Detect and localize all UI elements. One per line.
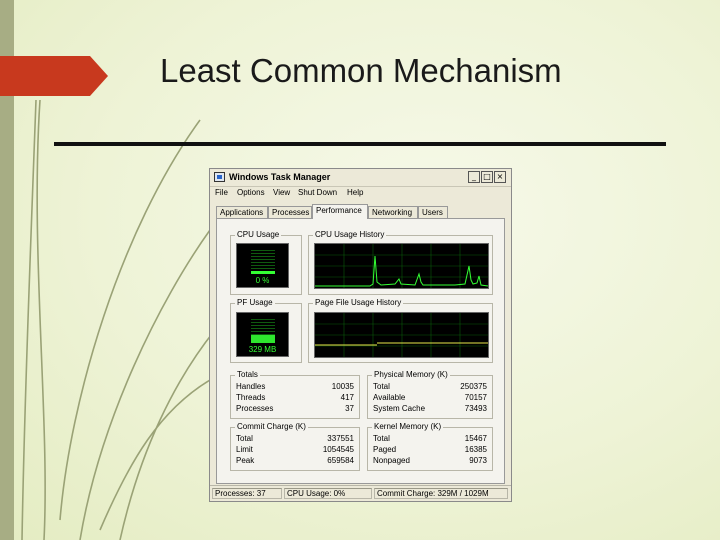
page-file-history-label: Page File Usage History [313,298,404,307]
cpu-history-graph [314,243,489,289]
performance-panel: CPU Usage 0 % CPU Usage History PF Usage… [216,218,505,484]
menu-bar: File Options View Shut Down Help [210,187,511,199]
pf-usage-meter: 329 MB [236,312,289,357]
commit-row-limit: Limit 1054545 [236,445,354,455]
cpu-history-label: CPU Usage History [313,230,387,239]
kernel-memory-group: Kernel Memory (K) Total 15467 Paged 1638… [367,422,493,471]
physical-row-available: Available 70157 [373,393,487,403]
totals-row-handles: Handles 10035 [236,382,354,392]
kernel-row-paged: Paged 16385 [373,445,487,455]
page-file-history-graph [314,312,489,358]
minimize-button[interactable]: _ [468,171,480,183]
physical-row-system-cache: System Cache 73493 [373,404,487,414]
cpu-usage-group: CPU Usage 0 % [230,230,302,295]
stat-value: 37 [345,404,354,413]
tab-performance[interactable]: Performance [312,204,368,219]
window-titlebar[interactable]: Windows Task Manager _ □ × [210,169,511,187]
stat-label: System Cache [373,404,426,413]
stat-value: 10035 [331,382,354,391]
menu-help[interactable]: Help [347,188,363,197]
tab-processes[interactable]: Processes [268,206,312,218]
kernel-row-total: Total 15467 [373,434,487,444]
stat-value: 73493 [464,404,487,413]
cpu-usage-value: 0 % [255,276,270,285]
stat-value: 9073 [469,456,487,465]
stat-label: Nonpaged [373,456,410,465]
stat-label: Handles [236,382,266,391]
slide-title: Least Common Mechanism [160,52,562,89]
tab-networking[interactable]: Networking [368,206,418,218]
title-arrow-banner [0,56,108,96]
tab-strip: Applications Processes Performance Netwo… [216,204,506,219]
maximize-button[interactable]: □ [481,171,493,183]
status-commit-charge: Commit Charge: 329M / 1029M [374,488,508,499]
totals-label: Totals [235,370,260,379]
stat-value: 250375 [460,382,487,391]
stat-label: Paged [373,445,397,454]
window-title: Windows Task Manager [229,172,331,182]
pf-usage-value: 329 MB [248,345,277,354]
menu-file[interactable]: File [215,188,228,197]
menu-shut-down[interactable]: Shut Down [298,188,337,197]
physical-row-total: Total 250375 [373,382,487,392]
stat-label: Total [373,434,390,443]
tab-applications[interactable]: Applications [216,206,268,218]
status-cpu-usage: CPU Usage: 0% [284,488,372,499]
page-file-history-group: Page File Usage History [308,298,493,363]
cpu-usage-meter: 0 % [236,243,289,288]
tab-users[interactable]: Users [418,206,448,218]
task-manager-icon [214,172,225,182]
stat-label: Total [236,434,253,443]
totals-group: Totals Handles 10035 Threads 417 Process… [230,370,360,419]
commit-row-total: Total 337551 [236,434,354,444]
stat-label: Total [373,382,390,391]
close-button[interactable]: × [494,171,506,183]
totals-row-threads: Threads 417 [236,393,354,403]
stat-label: Available [373,393,406,402]
stat-label: Processes [236,404,274,413]
stat-value: 16385 [464,445,487,454]
stat-value: 417 [340,393,354,402]
commit-charge-label: Commit Charge (K) [235,422,308,431]
pf-meter-level [251,335,275,343]
stat-label: Limit [236,445,253,454]
cpu-usage-label: CPU Usage [235,230,282,239]
stat-value: 1054545 [322,445,354,454]
menu-options[interactable]: Options [237,188,265,197]
commit-row-peak: Peak 659584 [236,456,354,466]
title-underline [54,142,666,146]
cpu-history-group: CPU Usage History [308,230,493,295]
stat-value: 15467 [464,434,487,443]
menu-view[interactable]: View [273,188,290,197]
status-bar: Processes: 37 CPU Usage: 0% Commit Charg… [210,485,511,501]
physical-memory-label: Physical Memory (K) [372,370,450,379]
kernel-memory-label: Kernel Memory (K) [372,422,444,431]
commit-charge-group: Commit Charge (K) Total 337551 Limit 105… [230,422,360,471]
pf-usage-label: PF Usage [235,298,275,307]
cpu-meter-level [251,271,275,274]
stat-label: Peak [236,456,255,465]
cpu-meter-bars [251,250,275,272]
status-processes: Processes: 37 [212,488,282,499]
totals-row-processes: Processes 37 [236,404,354,414]
stat-value: 337551 [327,434,354,443]
pf-usage-group: PF Usage 329 MB [230,298,302,363]
stat-value: 70157 [464,393,487,402]
stat-label: Threads [236,393,266,402]
stat-value: 659584 [327,456,354,465]
task-manager-window: Windows Task Manager _ □ × File Options … [209,168,512,502]
kernel-row-nonpaged: Nonpaged 9073 [373,456,487,466]
physical-memory-group: Physical Memory (K) Total 250375 Availab… [367,370,493,419]
